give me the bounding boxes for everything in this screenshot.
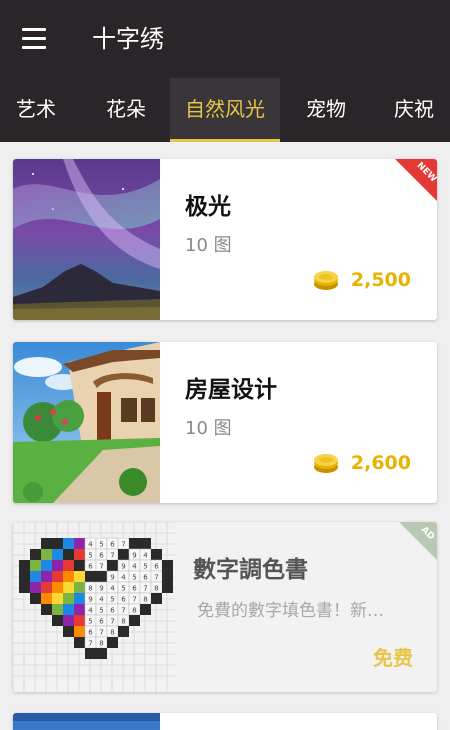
ad-title: 數字調色書: [193, 557, 308, 583]
card-subtitle: 10 图: [185, 418, 232, 439]
card-title: 房屋设计: [185, 377, 277, 403]
app-bar: 十字绣: [0, 0, 450, 78]
price-value: 2,500: [350, 269, 411, 291]
tab-pets[interactable]: 宠物: [290, 78, 362, 142]
ad-badge: AD: [399, 522, 437, 560]
svg-text:4: 4: [132, 563, 137, 571]
price: 2,600: [313, 450, 411, 476]
ad-description: 免費的數字填色書！新…: [197, 601, 384, 621]
svg-text:8: 8: [99, 640, 103, 648]
card-title: 极光: [185, 194, 231, 220]
price-value: 2,600: [350, 452, 411, 474]
menu-icon[interactable]: [22, 28, 48, 50]
svg-text:8: 8: [132, 607, 136, 615]
svg-text:4: 4: [121, 574, 126, 582]
svg-text:7: 7: [121, 541, 125, 549]
svg-text:6: 6: [88, 629, 93, 637]
tab-nature-label: 自然风光: [185, 97, 265, 121]
svg-text:5: 5: [110, 596, 114, 604]
svg-text:8: 8: [110, 629, 114, 637]
svg-text:4: 4: [88, 541, 93, 549]
svg-text:9: 9: [99, 585, 103, 593]
svg-text:4: 4: [99, 596, 104, 604]
svg-text:8: 8: [143, 596, 147, 604]
svg-text:5: 5: [88, 618, 92, 626]
svg-text:9: 9: [121, 563, 125, 571]
svg-text:6: 6: [110, 607, 115, 615]
tab-nature[interactable]: 自然风光: [170, 78, 280, 142]
svg-text:5: 5: [88, 552, 92, 560]
svg-text:7: 7: [132, 596, 136, 604]
new-badge: NEW: [395, 159, 437, 201]
svg-text:7: 7: [154, 574, 158, 582]
house-thumbnail: [13, 342, 160, 503]
svg-text:5: 5: [143, 563, 147, 571]
svg-text:7: 7: [88, 640, 92, 648]
svg-text:9: 9: [110, 574, 114, 582]
pack-card-house[interactable]: 房屋设计 10 图 2,600: [13, 342, 437, 503]
svg-text:5: 5: [99, 607, 103, 615]
svg-text:8: 8: [121, 618, 125, 626]
tab-flowers[interactable]: 花朵: [88, 78, 164, 142]
card-subtitle: 10 图: [185, 235, 232, 256]
svg-text:7: 7: [99, 629, 103, 637]
pixel-heart-thumbnail: 4567567946794569456789456789456784567856…: [13, 522, 175, 692]
coin-icon: [313, 271, 338, 290]
tab-indicator: [170, 139, 280, 142]
svg-text:5: 5: [99, 541, 103, 549]
svg-text:5: 5: [132, 574, 136, 582]
svg-text:7: 7: [143, 585, 147, 593]
ad-cta-button[interactable]: 免费: [373, 642, 413, 671]
svg-text:6: 6: [143, 574, 148, 582]
svg-text:4: 4: [88, 607, 93, 615]
svg-text:5: 5: [121, 585, 125, 593]
category-tabs: 艺术 花朵 自然风光 宠物 庆祝: [0, 78, 450, 142]
tab-art[interactable]: 艺术: [0, 78, 72, 142]
svg-text:6: 6: [88, 563, 93, 571]
svg-text:8: 8: [88, 585, 92, 593]
ad-card[interactable]: 4567567946794569456789456789456784567856…: [13, 522, 437, 692]
svg-text:7: 7: [99, 563, 103, 571]
svg-text:9: 9: [132, 552, 136, 560]
coin-icon: [313, 454, 338, 473]
svg-text:6: 6: [121, 596, 126, 604]
price: 2,500: [313, 267, 411, 293]
aurora-thumbnail: [13, 159, 160, 320]
svg-text:9: 9: [88, 596, 92, 604]
pack-card-aurora[interactable]: 极光 10 图 2,500 NEW: [13, 159, 437, 320]
svg-text:7: 7: [110, 552, 114, 560]
svg-text:6: 6: [99, 552, 104, 560]
svg-text:6: 6: [99, 618, 104, 626]
svg-text:6: 6: [110, 541, 115, 549]
app-title: 十字绣: [92, 25, 164, 53]
svg-text:4: 4: [110, 585, 115, 593]
pack-card-partial[interactable]: [13, 713, 437, 730]
svg-text:4: 4: [143, 552, 148, 560]
svg-text:7: 7: [121, 607, 125, 615]
partial-thumbnail: [13, 713, 160, 730]
svg-text:6: 6: [132, 585, 137, 593]
tab-celebration[interactable]: 庆祝: [378, 78, 450, 142]
svg-text:6: 6: [154, 563, 159, 571]
svg-text:7: 7: [110, 618, 114, 626]
svg-text:8: 8: [154, 585, 158, 593]
